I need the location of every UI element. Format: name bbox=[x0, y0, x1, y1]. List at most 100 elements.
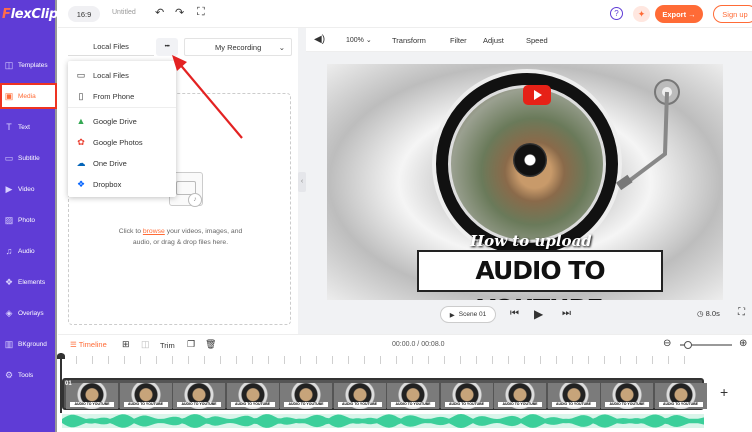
zoom-value: 100% bbox=[346, 37, 364, 44]
transform-button[interactable]: Transform bbox=[392, 36, 426, 45]
sidebar-item-label: Audio bbox=[18, 247, 35, 255]
youtube-play-icon bbox=[523, 85, 551, 105]
thumbnail-caption: AUDIO TO YOUTUBE bbox=[177, 402, 221, 407]
scene-thumbnail: AUDIO TO YOUTUBE bbox=[547, 383, 600, 409]
menu-item-label: Google Drive bbox=[93, 116, 137, 126]
sidebar-item-media[interactable]: ▣ Media bbox=[0, 83, 57, 109]
collapse-panel-icon[interactable]: ‹ bbox=[298, 172, 306, 192]
volume-icon[interactable]: ◀) bbox=[314, 34, 325, 45]
scene-thumbnail: AUDIO TO YOUTUBE bbox=[66, 383, 118, 409]
fullscreen-icon[interactable]: ⛶ bbox=[197, 7, 205, 18]
menu-item-one-drive[interactable]: ☁ One Drive bbox=[68, 153, 176, 173]
sidebar-item-templates[interactable]: ◫ Templates bbox=[0, 52, 57, 78]
clock-icon: ◷ bbox=[697, 309, 704, 318]
upload-instructions: Click to browse your videos, images, and… bbox=[118, 228, 243, 246]
sidebar-item-label: Video bbox=[18, 185, 35, 193]
fullscreen-preview-icon[interactable]: ⛶ bbox=[738, 307, 745, 318]
next-icon[interactable]: ⏭ bbox=[562, 308, 571, 319]
timecode: 00:00.0 / 00:08.0 bbox=[392, 341, 445, 348]
thumbnail-caption: AUDIO TO YOUTUBE bbox=[551, 402, 596, 407]
thumbnail-caption: AUDIO TO YOUTUBE bbox=[391, 402, 435, 407]
app-logo[interactable]: FlexClip bbox=[2, 7, 58, 22]
tools-icon: ⚙ bbox=[4, 369, 14, 380]
zoom-out-icon[interactable]: ⊖ bbox=[663, 338, 671, 349]
browse-link[interactable]: browse bbox=[143, 228, 165, 235]
scene-thumbnail: AUDIO TO YOUTUBE bbox=[494, 383, 546, 409]
adjust-button[interactable]: Adjust bbox=[483, 36, 504, 45]
previous-icon[interactable]: ⏮ bbox=[510, 308, 519, 319]
filter-button[interactable]: Filter bbox=[450, 36, 467, 45]
phone-icon: ▯ bbox=[78, 90, 84, 101]
project-title[interactable]: Untitled bbox=[112, 9, 136, 16]
trim-button[interactable]: Trim bbox=[160, 341, 175, 350]
dropbox-icon: ❖ bbox=[76, 178, 86, 189]
speed-button[interactable]: Speed bbox=[526, 36, 548, 45]
sidebar-item-label: Elements bbox=[18, 278, 46, 286]
scene-thumbnail: AUDIO TO YOUTUBE bbox=[119, 383, 172, 409]
add-scene-icon[interactable]: ⊞ bbox=[122, 339, 130, 350]
scene-thumbnail: AUDIO TO YOUTUBE bbox=[440, 383, 493, 409]
menu-item-label: Google Photos bbox=[93, 137, 143, 147]
video-preview[interactable]: How to upload AUDIO TO YOUTUBE bbox=[327, 64, 723, 300]
sidebar-item-audio[interactable]: ♫ Audio bbox=[0, 238, 57, 264]
sidebar-item-label: Subtitle bbox=[18, 154, 40, 162]
thumbnail-caption: AUDIO TO YOUTUBE bbox=[658, 402, 703, 407]
panel-divider: ‹ bbox=[298, 28, 306, 334]
sidebar-item-photo[interactable]: ▨ Photo bbox=[0, 207, 57, 233]
signup-button[interactable]: Sign up bbox=[713, 5, 752, 23]
timeline-icon: ☰ bbox=[70, 340, 77, 349]
timeline-ruler[interactable] bbox=[60, 356, 700, 364]
stage-toolbar: ◀) 100% ⌄ Transform Filter Adjust Speed bbox=[306, 28, 752, 52]
audio-waveform[interactable] bbox=[62, 414, 704, 428]
help-icon[interactable]: ? bbox=[610, 7, 623, 20]
menu-item-label: Local Files bbox=[93, 70, 129, 80]
google-drive-icon: ▲ bbox=[76, 116, 86, 126]
menu-item-dropbox[interactable]: ❖ Dropbox bbox=[68, 174, 176, 194]
scene-selector[interactable]: ▶ Scene 01 bbox=[440, 306, 496, 323]
sidebar-item-bkground[interactable]: ▥ BKground bbox=[0, 331, 57, 357]
copy-icon[interactable]: ❐ bbox=[187, 339, 195, 350]
folder-icon: ▣ bbox=[4, 90, 14, 101]
undo-icon[interactable]: ↶ bbox=[155, 8, 164, 19]
scene-label: Scene 01 bbox=[458, 311, 487, 318]
sidebar-item-label: Media bbox=[18, 92, 36, 100]
slider-handle[interactable] bbox=[684, 341, 692, 349]
thumbnail-caption: AUDIO TO YOUTUBE bbox=[70, 402, 114, 407]
sidebar-item-elements[interactable]: ❖ Elements bbox=[0, 269, 57, 295]
playhead-handle[interactable] bbox=[57, 353, 65, 359]
timeline-zoom-slider[interactable] bbox=[680, 341, 732, 349]
tab-local-files[interactable]: Local Files bbox=[68, 38, 154, 56]
sidebar-item-subtitle[interactable]: ▭ Subtitle bbox=[0, 145, 57, 171]
scene-thumbnail: AUDIO TO YOUTUBE bbox=[226, 383, 279, 409]
thumbnail-caption: AUDIO TO YOUTUBE bbox=[498, 402, 542, 407]
sidebar-item-label: Photo bbox=[18, 216, 35, 224]
duration-display[interactable]: ◷ 8.0s bbox=[697, 309, 720, 318]
play-icon[interactable]: ▶ bbox=[534, 307, 543, 321]
split-icon[interactable]: ◫ bbox=[141, 339, 150, 350]
add-clip-button[interactable]: + bbox=[720, 384, 728, 400]
background-icon: ▥ bbox=[4, 338, 14, 349]
gift-icon[interactable]: ✦ bbox=[633, 6, 650, 22]
thumbnail-caption: AUDIO TO YOUTUBE bbox=[337, 402, 382, 407]
sidebar-item-video[interactable]: ▶ Video bbox=[0, 176, 57, 202]
sidebar-item-overlays[interactable]: ◈ Overlays bbox=[0, 300, 57, 326]
photo-icon: ▨ bbox=[4, 214, 14, 225]
onedrive-icon: ☁ bbox=[76, 157, 86, 168]
zoom-in-icon[interactable]: ⊕ bbox=[739, 338, 747, 349]
sidebar-item-text[interactable]: T Text bbox=[0, 114, 57, 140]
preview-script-title: How to upload bbox=[470, 232, 592, 250]
google-photos-icon: ✿ bbox=[77, 136, 85, 147]
delete-icon[interactable]: 🗑 bbox=[205, 339, 216, 350]
thumbnail-caption: AUDIO TO YOUTUBE bbox=[230, 402, 275, 407]
sidebar-item-tools[interactable]: ⚙ Tools bbox=[0, 362, 57, 388]
redo-icon[interactable]: ↷ bbox=[175, 8, 184, 19]
timeline-label: Timeline bbox=[78, 340, 107, 349]
menu-item-label: From Phone bbox=[93, 91, 135, 101]
timeline-toggle[interactable]: ☰ Timeline bbox=[70, 340, 107, 349]
scene-thumbnail: AUDIO TO YOUTUBE bbox=[173, 383, 225, 409]
sidebar-item-label: BKground bbox=[18, 340, 47, 348]
zoom-dropdown[interactable]: 100% ⌄ bbox=[346, 36, 372, 44]
export-button[interactable]: Export → bbox=[655, 5, 703, 23]
aspect-ratio-button[interactable]: 16:9 bbox=[68, 6, 100, 22]
thumbnail-caption: AUDIO TO YOUTUBE bbox=[605, 402, 649, 407]
